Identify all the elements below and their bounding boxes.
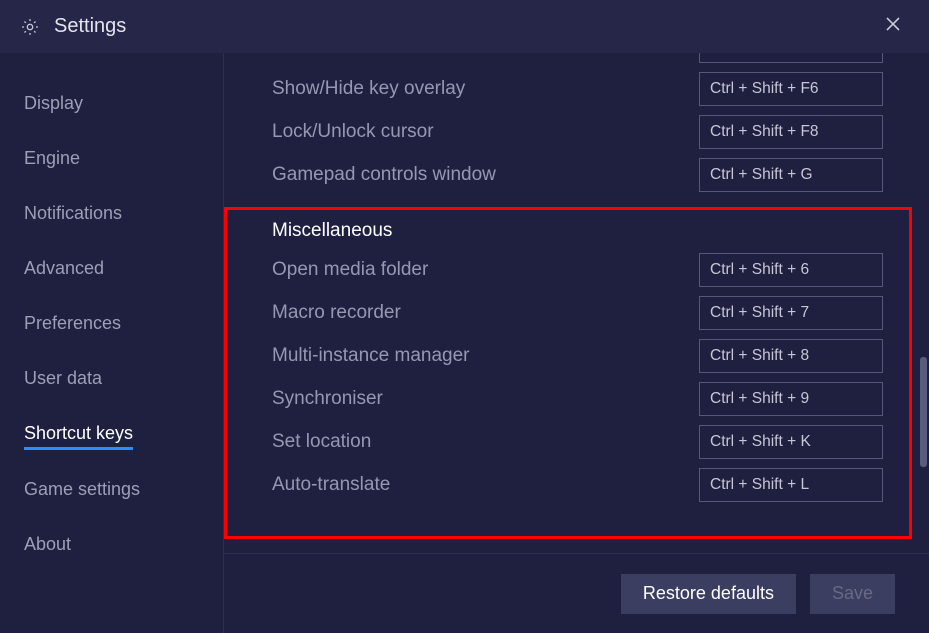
sidebar-item-about[interactable]: About (24, 529, 71, 560)
shortcut-label: Show/Hide key overlay (272, 78, 465, 100)
sidebar-item-shortcut-keys[interactable]: Shortcut keys (24, 418, 133, 450)
shortcut-row: Macro recorder (272, 291, 883, 334)
shortcut-row: Auto-translate (272, 463, 883, 506)
shortcut-input-multi-instance[interactable] (699, 339, 883, 373)
sidebar-item-game-settings[interactable]: Game settings (24, 474, 140, 505)
restore-defaults-button[interactable]: Restore defaults (621, 574, 796, 614)
content-area: Show/Hide key overlay Lock/Unlock cursor… (224, 53, 929, 553)
shortcut-input-gamepad[interactable] (699, 158, 883, 192)
close-icon[interactable] (877, 11, 909, 42)
shortcut-label: Synchroniser (272, 388, 383, 410)
shortcut-label: Gamepad controls window (272, 164, 496, 186)
shortcut-row: Gamepad controls window (272, 153, 883, 196)
scrollbar-thumb[interactable] (920, 357, 927, 467)
shortcut-input-media-folder[interactable] (699, 253, 883, 287)
shortcut-label: Open media folder (272, 259, 428, 281)
shortcut-label: Lock/Unlock cursor (272, 121, 434, 143)
shortcut-row: Set location (272, 420, 883, 463)
footer: Restore defaults Save (224, 553, 929, 633)
shortcut-row: Show/Hide key overlay (272, 67, 883, 110)
sidebar-item-preferences[interactable]: Preferences (24, 308, 121, 339)
shortcut-input-overlay[interactable] (699, 72, 883, 106)
shortcut-label: Set location (272, 431, 371, 453)
section-title-misc: Miscellaneous (272, 220, 883, 242)
gear-icon (20, 17, 40, 37)
shortcut-input-auto-translate[interactable] (699, 468, 883, 502)
shortcut-row: Multi-instance manager (272, 334, 883, 377)
window-title: Settings (54, 15, 126, 38)
shortcut-input-set-location[interactable] (699, 425, 883, 459)
sidebar: Display Engine Notifications Advanced Pr… (0, 53, 224, 633)
sidebar-item-engine[interactable]: Engine (24, 143, 80, 174)
save-button[interactable]: Save (810, 574, 895, 614)
shortcut-input-cursor[interactable] (699, 115, 883, 149)
shortcut-input-synchroniser[interactable] (699, 382, 883, 416)
shortcut-label: Auto-translate (272, 474, 390, 496)
shortcut-input[interactable] (699, 53, 883, 63)
shortcut-row: Synchroniser (272, 377, 883, 420)
shortcut-row: Lock/Unlock cursor (272, 110, 883, 153)
shortcut-label: Multi-instance manager (272, 345, 469, 367)
shortcut-input-macro[interactable] (699, 296, 883, 330)
sidebar-item-advanced[interactable]: Advanced (24, 253, 104, 284)
shortcut-row: Open media folder (272, 248, 883, 291)
shortcut-label: Macro recorder (272, 302, 401, 324)
sidebar-item-display[interactable]: Display (24, 88, 83, 119)
sidebar-item-user-data[interactable]: User data (24, 363, 102, 394)
titlebar: Settings (0, 0, 929, 53)
sidebar-item-notifications[interactable]: Notifications (24, 198, 122, 229)
